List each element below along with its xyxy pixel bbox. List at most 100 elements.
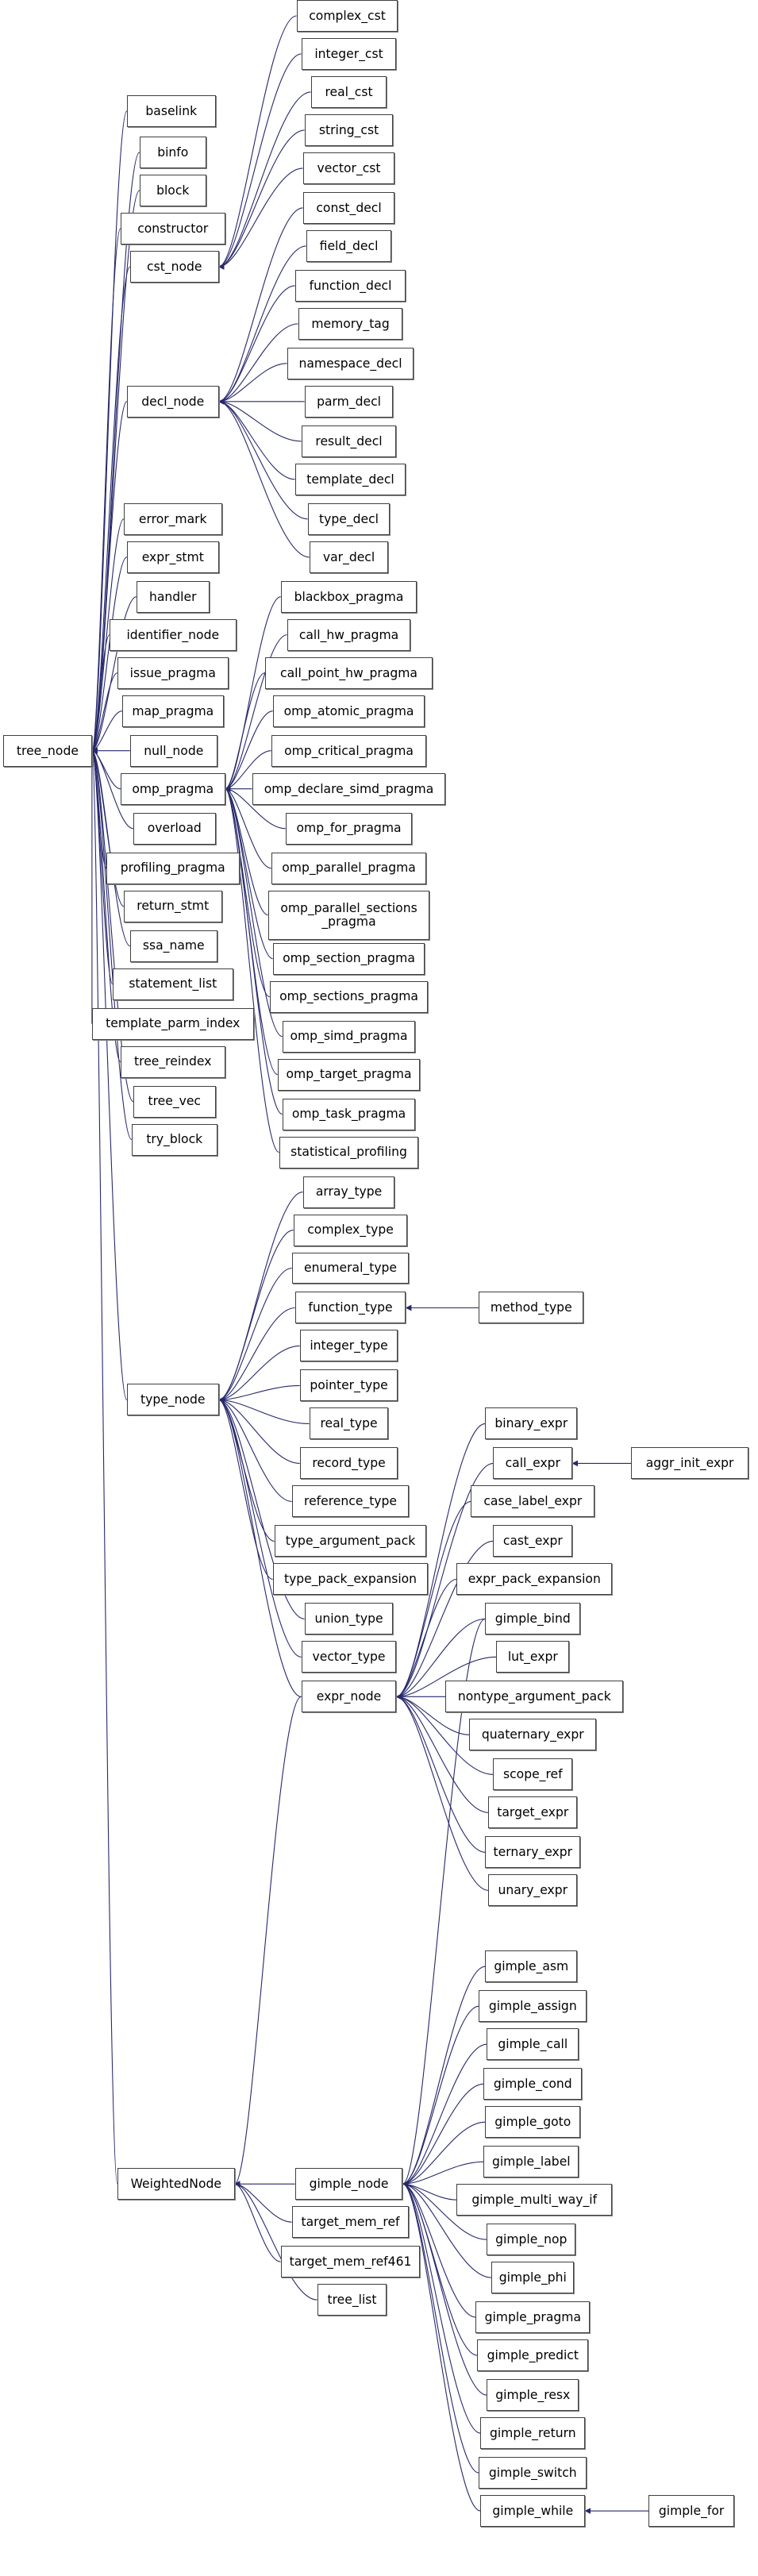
node-expr_node[interactable]: expr_node [301,1681,397,1713]
node-gimple_switch[interactable]: gimple_switch [479,2457,587,2489]
node-function_type[interactable]: function_type [294,1292,406,1324]
node-scope_ref[interactable]: scope_ref [493,1758,573,1791]
node-gimple_cond[interactable]: gimple_cond [483,2068,583,2100]
node-template_decl[interactable]: template_decl [294,463,406,495]
node-omp_declare_simd_pragma[interactable]: omp_declare_simd_pragma [252,772,446,805]
node-complex_cst[interactable]: complex_cst [296,0,398,32]
node-overload[interactable]: overload [133,812,216,845]
node-const_decl[interactable]: const_decl [302,191,395,224]
node-omp_task_pragma[interactable]: omp_task_pragma [282,1098,416,1130]
node-gimple_goto[interactable]: gimple_goto [485,2106,581,2139]
node-gimple_assign[interactable]: gimple_assign [479,1990,587,2023]
node-decl_node[interactable]: decl_node [126,385,219,418]
node-quaternary_expr[interactable]: quaternary_expr [469,1719,597,1751]
node-call_hw_pragma[interactable]: call_hw_pragma [287,618,411,651]
node-target_expr[interactable]: target_expr [488,1796,578,1829]
node-tree_vec[interactable]: tree_vec [133,1085,216,1118]
node-binary_expr[interactable]: binary_expr [485,1407,578,1440]
node-memory_tag[interactable]: memory_tag [298,307,403,340]
node-complex_type[interactable]: complex_type [293,1214,408,1246]
node-gimple_multi_way_if[interactable]: gimple_multi_way_if [456,2184,613,2216]
node-tree_list[interactable]: tree_list [317,2284,387,2316]
node-omp_sections_pragma[interactable]: omp_sections_pragma [269,980,429,1013]
node-reference_type[interactable]: reference_type [291,1485,410,1518]
node-type_node[interactable]: type_node [126,1384,219,1416]
node-blackbox_pragma[interactable]: blackbox_pragma [280,580,417,613]
node-baselink[interactable]: baselink [126,94,216,127]
node-tree_node[interactable]: tree_node [2,734,92,767]
node-expr_pack_expansion[interactable]: expr_pack_expansion [456,1563,613,1596]
node-ssa_name[interactable]: ssa_name [129,930,217,962]
node-aggr_init_expr[interactable]: aggr_init_expr [631,1447,748,1480]
node-real_cst[interactable]: real_cst [310,75,387,108]
node-integer_cst[interactable]: integer_cst [301,37,397,70]
node-binfo[interactable]: binfo [139,136,206,168]
node-call_point_hw_pragma[interactable]: call_point_hw_pragma [264,657,433,689]
node-profiling_pragma[interactable]: profiling_pragma [106,852,240,884]
node-ternary_expr[interactable]: ternary_expr [485,1836,581,1869]
node-type_pack_expansion[interactable]: type_pack_expansion [272,1563,429,1596]
node-real_type[interactable]: real_type [309,1407,389,1440]
node-block[interactable]: block [139,174,206,206]
node-statistical_profiling[interactable]: statistical_profiling [279,1136,419,1169]
node-omp_parallel_sections_pragma[interactable]: omp_parallel_sections _pragma [267,890,430,940]
node-gimple_return[interactable]: gimple_return [480,2417,586,2450]
node-constructor[interactable]: constructor [120,212,225,245]
node-namespace_decl[interactable]: namespace_decl [287,347,414,379]
node-gimple_pragma[interactable]: gimple_pragma [475,2301,591,2334]
node-method_type[interactable]: method_type [479,1292,584,1324]
node-gimple_label[interactable]: gimple_label [483,2146,579,2178]
node-type_argument_pack[interactable]: type_argument_pack [274,1525,427,1558]
node-issue_pragma[interactable]: issue_pragma [117,657,229,689]
node-statement_list[interactable]: statement_list [112,968,233,1000]
node-expr_stmt[interactable]: expr_stmt [126,541,219,573]
node-omp_atomic_pragma[interactable]: omp_atomic_pragma [272,695,425,727]
node-return_stmt[interactable]: return_stmt [123,890,222,922]
node-string_cst[interactable]: string_cst [304,114,394,146]
node-nontype_argument_pack[interactable]: nontype_argument_pack [445,1681,624,1713]
node-gimple_predict[interactable]: gimple_predict [477,2339,589,2372]
node-null_node[interactable]: null_node [129,734,217,767]
node-array_type[interactable]: array_type [302,1176,395,1208]
node-unary_expr[interactable]: unary_expr [488,1874,578,1907]
node-var_decl[interactable]: var_decl [309,541,389,573]
node-gimple_for[interactable]: gimple_for [648,2495,735,2528]
node-gimple_while[interactable]: gimple_while [480,2495,586,2528]
node-gimple_nop[interactable]: gimple_nop [487,2224,576,2256]
node-try_block[interactable]: try_block [131,1123,217,1156]
node-cst_node[interactable]: cst_node [129,250,219,283]
node-record_type[interactable]: record_type [299,1447,398,1480]
node-map_pragma[interactable]: map_pragma [121,695,224,727]
node-gimple_call[interactable]: gimple_call [487,2028,579,2061]
node-gimple_node[interactable]: gimple_node [294,2168,403,2201]
node-error_mark[interactable]: error_mark [123,502,222,535]
node-lut_expr[interactable]: lut_expr [496,1641,570,1673]
node-cast_expr[interactable]: cast_expr [493,1525,573,1558]
node-vector_cst[interactable]: vector_cst [302,152,395,184]
node-field_decl[interactable]: field_decl [306,229,392,262]
node-gimple_asm[interactable]: gimple_asm [485,1950,578,1983]
node-result_decl[interactable]: result_decl [301,425,397,457]
node-omp_critical_pragma[interactable]: omp_critical_pragma [271,734,427,767]
node-target_mem_ref461[interactable]: target_mem_ref461 [280,2246,421,2278]
node-call_expr[interactable]: call_expr [493,1447,573,1480]
node-WeightedNode[interactable]: WeightedNode [117,2168,235,2201]
node-gimple_bind[interactable]: gimple_bind [485,1603,581,1635]
node-omp_section_pragma[interactable]: omp_section_pragma [272,942,425,975]
node-target_mem_ref[interactable]: target_mem_ref [291,2206,410,2239]
node-union_type[interactable]: union_type [304,1603,394,1635]
node-gimple_resx[interactable]: gimple_resx [487,2379,579,2412]
node-parm_decl[interactable]: parm_decl [304,385,394,418]
node-integer_type[interactable]: integer_type [299,1330,398,1362]
node-function_decl[interactable]: function_decl [294,269,406,302]
node-identifier_node[interactable]: identifier_node [109,618,237,651]
node-omp_pragma[interactable]: omp_pragma [120,772,225,805]
node-handler[interactable]: handler [136,580,210,613]
node-omp_target_pragma[interactable]: omp_target_pragma [277,1058,421,1091]
node-vector_type[interactable]: vector_type [301,1641,397,1673]
node-omp_for_pragma[interactable]: omp_for_pragma [285,812,413,845]
node-type_decl[interactable]: type_decl [307,502,391,535]
node-omp_parallel_pragma[interactable]: omp_parallel_pragma [271,852,427,884]
node-gimple_phi[interactable]: gimple_phi [491,2262,575,2294]
node-enumeral_type[interactable]: enumeral_type [291,1252,410,1284]
